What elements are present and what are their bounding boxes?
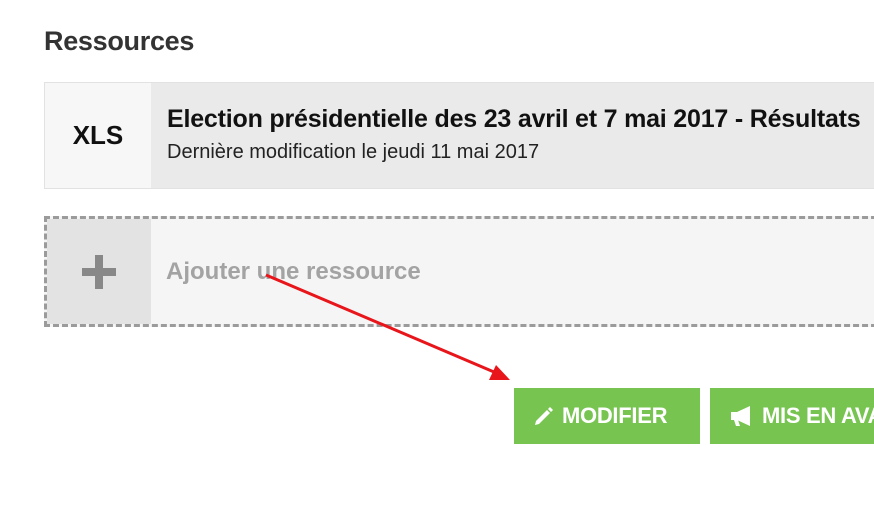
modify-button[interactable]: MODIFIER	[514, 388, 700, 444]
resource-last-modified: Dernière modification le jeudi 11 mai 20…	[167, 141, 540, 163]
add-resource-label: Ajouter une ressource	[166, 257, 421, 285]
promote-button[interactable]: MIS EN AVANT	[710, 388, 874, 444]
plus-icon	[82, 254, 116, 289]
section-title: Ressources	[44, 26, 195, 56]
format-badge: XLS	[45, 83, 151, 188]
plus-icon-box	[47, 219, 151, 324]
modify-button-label: MODIFIER	[562, 403, 668, 428]
add-resource-button[interactable]: Ajouter une ressource	[44, 216, 874, 327]
resource-item[interactable]: XLS Election présidentielle des 23 avril…	[44, 82, 874, 189]
megaphone-icon	[730, 405, 754, 427]
resource-title[interactable]: Election présidentielle des 23 avril et …	[167, 103, 861, 135]
pencil-icon	[534, 406, 554, 426]
page: Ressources XLS Election présidentielle d…	[0, 0, 874, 520]
resource-info: Election présidentielle des 23 avril et …	[151, 83, 861, 188]
promote-button-label: MIS EN AVANT	[762, 403, 874, 428]
